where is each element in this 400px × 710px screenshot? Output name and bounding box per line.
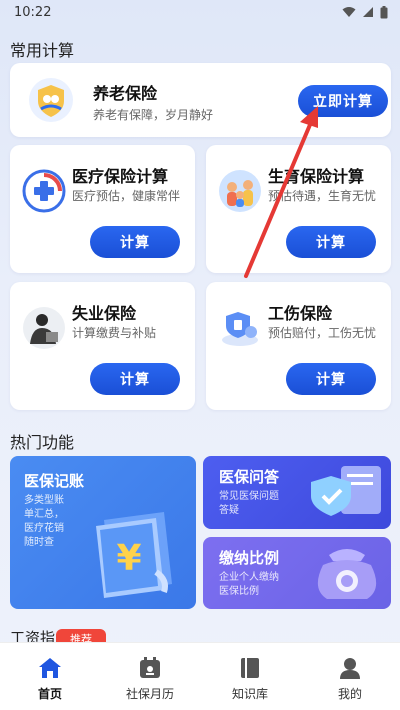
medical-icon: [22, 169, 66, 213]
ledger-title: 医保记账: [24, 472, 85, 490]
bottom-tab-bar: 首页 社保月历 知识库 我的: [0, 642, 400, 710]
book-icon: [241, 658, 259, 678]
shield-doc-icon: [311, 466, 381, 516]
maternity-icon: [219, 170, 261, 212]
work-injury-title: 工伤保险: [268, 304, 333, 323]
pension-subtitle: 养老有保障，岁月静好: [93, 108, 214, 122]
ratio-subtitle: 企业个人缴纳 医保比例: [219, 572, 279, 597]
yen-ledger-icon: ¥: [96, 512, 172, 598]
pension-icon: [29, 78, 73, 122]
tab-calendar[interactable]: 社保月历: [100, 643, 200, 710]
tab-home[interactable]: 首页: [0, 643, 100, 710]
ledger-subtitle: 多类型账 单汇总， 医疗花销 随时查: [24, 495, 64, 548]
medical-qa-tile[interactable]: 医保问答 常见医保问题 答疑: [203, 456, 391, 529]
contribution-ratio-tile[interactable]: 缴纳比例 企业个人缴纳 医保比例: [203, 537, 391, 609]
pension-title: 养老保险: [93, 84, 158, 103]
status-time: 10:22: [14, 4, 52, 20]
section-title-hot: 热门功能: [10, 433, 75, 452]
maternity-subtitle: 预估待遇，生育无忧: [268, 189, 377, 203]
unemployment-calculate-button[interactable]: 计算: [90, 363, 180, 395]
work-injury-subtitle: 预估赔付，工伤无忧: [268, 326, 377, 340]
wifi-icon: [342, 7, 356, 17]
status-bar: 10:22: [0, 0, 400, 24]
work-injury-insurance-card[interactable]: 工伤保险 预估赔付，工伤无忧 计算: [206, 282, 391, 410]
svg-text:¥: ¥: [116, 538, 141, 579]
medical-insurance-card[interactable]: 医疗保险计算 医疗预估，健康常伴 计算: [10, 145, 195, 273]
pension-card[interactable]: 养老保险 养老有保障，岁月静好 立即计算: [10, 63, 391, 137]
maternity-calculate-button[interactable]: 计算: [286, 226, 376, 258]
pension-calculate-button[interactable]: 立即计算: [298, 85, 388, 117]
work-injury-icon: [222, 312, 258, 346]
qa-subtitle: 常见医保问题 答疑: [219, 491, 279, 516]
medical-ledger-tile[interactable]: 医保记账 多类型账 单汇总， 医疗花销 随时查 ¥: [10, 456, 196, 609]
signal-icon: [363, 7, 373, 17]
qa-title: 医保问答: [219, 468, 280, 486]
ratio-title: 缴纳比例: [219, 549, 280, 567]
unemployment-title: 失业保险: [72, 304, 137, 323]
unemployment-insurance-card[interactable]: 失业保险 计算缴费与补贴 计算: [10, 282, 195, 410]
medical-title: 医疗保险计算: [72, 167, 169, 186]
maternity-insurance-card[interactable]: 生育保险计算 预估待遇，生育无忧 计算: [206, 145, 391, 273]
battery-icon: [380, 5, 388, 18]
tab-knowledge[interactable]: 知识库: [200, 643, 300, 710]
maternity-title: 生育保险计算: [268, 167, 365, 186]
money-bag-icon: [317, 549, 377, 599]
medical-calculate-button[interactable]: 计算: [90, 226, 180, 258]
tab-mine[interactable]: 我的: [300, 643, 400, 710]
medical-subtitle: 医疗预估，健康常伴: [72, 189, 181, 203]
work-injury-calculate-button[interactable]: 计算: [286, 363, 376, 395]
home-icon: [39, 658, 61, 678]
profile-icon: [340, 658, 360, 679]
section-title-common: 常用计算: [10, 41, 75, 60]
calendar-icon: [140, 657, 160, 678]
unemployment-subtitle: 计算缴费与补贴: [72, 326, 157, 340]
unemployment-icon: [23, 307, 65, 349]
